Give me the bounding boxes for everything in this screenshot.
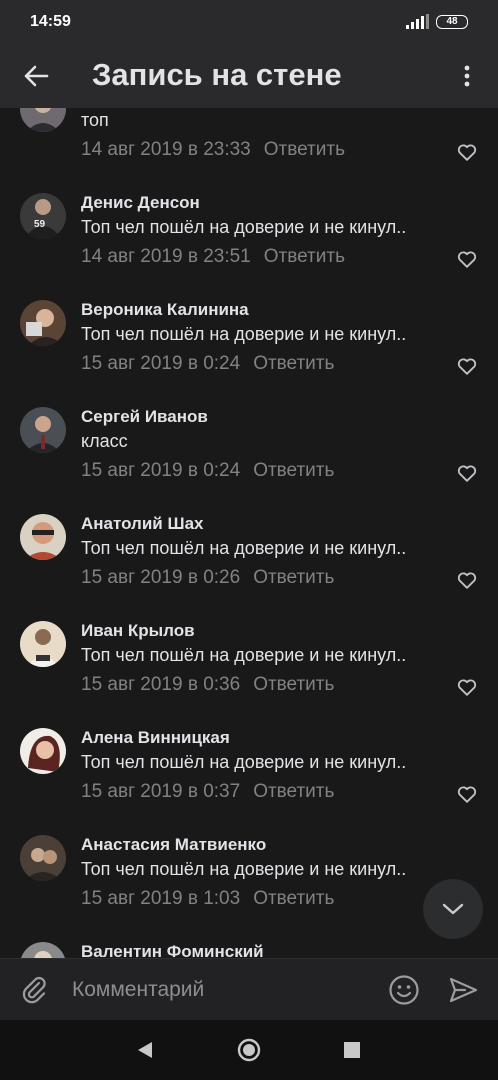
status-time: 14:59 <box>30 13 71 30</box>
comment-author[interactable]: Анастасия Матвиенко <box>81 835 266 855</box>
comment-text: Топ чел пошёл на доверие и не кинул.. <box>81 538 407 558</box>
avatar[interactable] <box>20 514 66 560</box>
comment-author[interactable]: Анатолий Шах <box>81 514 203 534</box>
svg-text:59: 59 <box>34 219 46 230</box>
comment-author[interactable]: Вероника Калинина <box>81 300 249 320</box>
comment-date: 15 авг 2019 в 0:24 <box>81 353 241 374</box>
more-menu-button[interactable] <box>452 58 482 94</box>
paperclip-icon[interactable] <box>20 975 50 1005</box>
comment-input[interactable] <box>72 977 372 1003</box>
nav-home-icon[interactable] <box>237 1038 261 1062</box>
avatar[interactable] <box>20 942 66 958</box>
comment-text: Топ чел пошёл на доверие и не кинул.. <box>81 752 407 772</box>
nav-recents-icon[interactable] <box>344 1042 360 1058</box>
status-bar: 14:59 48 <box>0 0 498 44</box>
avatar[interactable] <box>20 621 66 667</box>
comment-date: 14 авг 2019 в 23:33 <box>81 139 251 160</box>
reply-button[interactable]: Ответить <box>253 674 334 695</box>
avatar[interactable] <box>20 728 66 774</box>
comment-date: 15 авг 2019 в 0:37 <box>81 781 241 802</box>
comment-item: топ 14 авг 2019 в 23:33 Ответить <box>0 108 498 193</box>
comment-item: Анастасия Матвиенко Топ чел пошёл на дов… <box>0 835 498 942</box>
comment-text: Топ чел пошёл на доверие и не кинул.. <box>81 859 407 879</box>
comment-meta: 14 авг 2019 в 23:33 Ответить <box>81 139 345 161</box>
comment-item: Иван Крылов Топ чел пошёл на доверие и н… <box>0 621 498 728</box>
comment-text: Топ чел пошёл на доверие и не кинул.. <box>81 217 407 237</box>
reply-button[interactable]: Ответить <box>253 888 334 909</box>
reply-button[interactable]: Ответить <box>264 246 345 267</box>
avatar[interactable] <box>20 108 66 132</box>
reply-button[interactable]: Ответить <box>253 460 334 481</box>
comment-meta: 15 авг 2019 в 0:26 Ответить <box>81 567 334 589</box>
battery-indicator: 48 <box>436 15 468 29</box>
comment-item: Валентин Фоминский <box>0 942 498 958</box>
send-icon[interactable] <box>448 975 478 1005</box>
comment-author[interactable]: Денис Денсон <box>81 193 200 213</box>
scroll-down-button[interactable] <box>423 879 483 939</box>
nav-back-icon[interactable] <box>136 1040 154 1060</box>
signal-icon <box>406 14 429 29</box>
reply-button[interactable]: Ответить <box>264 139 345 160</box>
comment-item: Анатолий Шах Топ чел пошёл на доверие и … <box>0 514 498 621</box>
avatar[interactable] <box>20 835 66 881</box>
comment-item: Алена Винницкая Топ чел пошёл на доверие… <box>0 728 498 835</box>
heart-icon[interactable] <box>456 141 478 163</box>
comment-date: 15 авг 2019 в 0:36 <box>81 674 241 695</box>
comment-text: топ <box>81 110 109 130</box>
comment-author[interactable]: Алена Винницкая <box>81 728 230 748</box>
comment-item: 59 Денис Денсон Топ чел пошёл на доверие… <box>0 193 498 300</box>
comment-meta: 15 авг 2019 в 0:37 Ответить <box>81 781 334 803</box>
comment-text: Топ чел пошёл на доверие и не кинул.. <box>81 324 407 344</box>
chevron-down-icon <box>442 903 464 915</box>
heart-icon[interactable] <box>456 569 478 591</box>
comment-meta: 15 авг 2019 в 1:03 Ответить <box>81 888 334 910</box>
back-button[interactable] <box>18 58 54 94</box>
comment-text: класс <box>81 431 128 451</box>
comment-author[interactable]: Иван Крылов <box>81 621 195 641</box>
comment-meta: 14 авг 2019 в 23:51 Ответить <box>81 246 345 268</box>
comment-author[interactable]: Валентин Фоминский <box>81 942 264 958</box>
comment-text: Топ чел пошёл на доверие и не кинул.. <box>81 645 407 665</box>
comment-date: 15 авг 2019 в 0:24 <box>81 460 241 481</box>
heart-icon[interactable] <box>456 248 478 270</box>
heart-icon[interactable] <box>456 355 478 377</box>
smile-icon[interactable] <box>388 974 420 1006</box>
avatar[interactable] <box>20 407 66 453</box>
heart-icon[interactable] <box>456 783 478 805</box>
app-bar: Запись на стене <box>0 44 498 108</box>
comment-meta: 15 авг 2019 в 0:24 Ответить <box>81 460 334 482</box>
reply-button[interactable]: Ответить <box>253 567 334 588</box>
system-nav-bar <box>0 1020 498 1080</box>
comment-date: 14 авг 2019 в 23:51 <box>81 246 251 267</box>
comment-meta: 15 авг 2019 в 0:24 Ответить <box>81 353 334 375</box>
comment-item: Вероника Калинина Топ чел пошёл на довер… <box>0 300 498 407</box>
comment-item: Сергей Иванов класс 15 авг 2019 в 0:24 От… <box>0 407 498 514</box>
comment-meta: 15 авг 2019 в 0:36 Ответить <box>81 674 334 696</box>
comment-composer <box>0 958 498 1020</box>
comment-date: 15 авг 2019 в 0:26 <box>81 567 241 588</box>
comment-author[interactable]: Сергей Иванов <box>81 407 208 427</box>
page-title: Запись на стене <box>92 57 342 92</box>
reply-button[interactable]: Ответить <box>253 353 334 374</box>
comment-date: 15 авг 2019 в 1:03 <box>81 888 241 909</box>
arrow-back-icon <box>24 65 49 87</box>
heart-icon[interactable] <box>456 676 478 698</box>
avatar[interactable]: 59 <box>20 193 66 239</box>
avatar[interactable] <box>20 300 66 346</box>
more-vertical-icon <box>464 65 470 87</box>
heart-icon[interactable] <box>456 462 478 484</box>
reply-button[interactable]: Ответить <box>253 781 334 802</box>
comments-list[interactable]: топ 14 авг 2019 в 23:33 Ответить 59 Денис… <box>0 108 498 958</box>
